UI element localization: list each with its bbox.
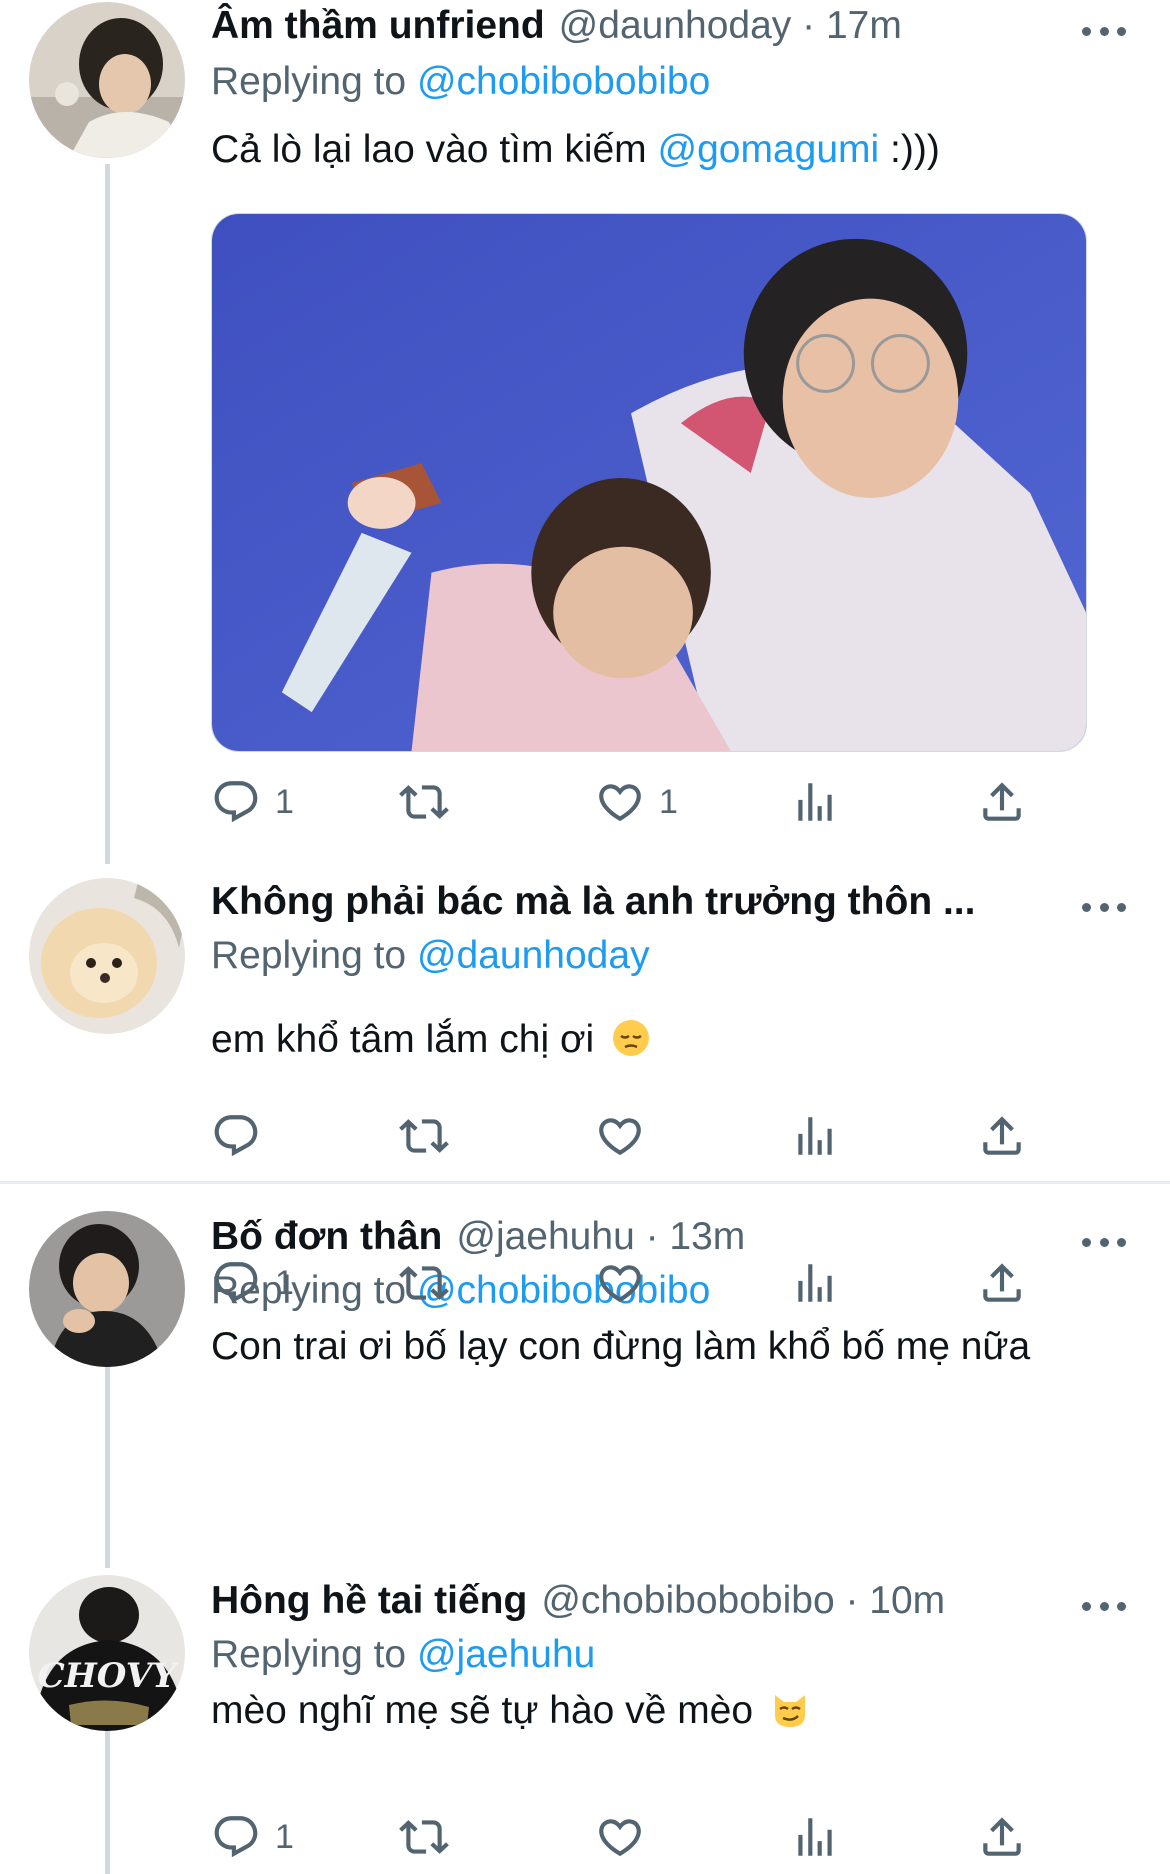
views-button[interactable] xyxy=(790,774,840,830)
analytics-icon xyxy=(790,1111,840,1161)
avatar-shirt-text: CHOVY xyxy=(38,1656,180,1696)
tweet-text-part: :))) xyxy=(879,128,940,171)
reply-icon xyxy=(211,1812,261,1862)
reply-button[interactable]: 1 xyxy=(211,1255,294,1311)
retweet-icon xyxy=(399,1258,449,1308)
divider xyxy=(0,1181,1170,1184)
mention-link[interactable]: @gomagumi xyxy=(658,128,880,171)
handle-time[interactable]: @chobibobobibo · 10m xyxy=(541,1575,945,1627)
heart-icon xyxy=(595,1258,645,1308)
analytics-icon xyxy=(790,1258,840,1308)
like-button[interactable]: 1 xyxy=(595,774,678,830)
reply-button[interactable]: 1 xyxy=(211,1809,294,1865)
tweet-actions: 1 1 xyxy=(211,774,1091,830)
heart-icon xyxy=(595,777,645,827)
tweet-text-body: Con trai ơi bố lạy con đừng làm khổ bố m… xyxy=(211,1325,1031,1368)
tweet-text-body: em khổ tâm lắm chị ơi xyxy=(211,1018,595,1061)
analytics-icon xyxy=(790,1812,840,1862)
avatar[interactable] xyxy=(29,2,185,158)
heart-icon xyxy=(595,1812,645,1862)
tweet-header: Hông hề tai tiếng @chobibobobibo · 10m xyxy=(211,1575,1020,1627)
like-count: 1 xyxy=(659,782,678,821)
replying-handle-link[interactable]: @daunhoday xyxy=(417,934,650,977)
thread-line xyxy=(105,164,110,864)
replying-prefix: Replying to xyxy=(211,60,417,103)
reply-icon xyxy=(211,1111,261,1161)
avatar[interactable] xyxy=(29,878,185,1034)
replying-handle-link[interactable]: @chobibobobibo xyxy=(417,60,710,103)
thread-line xyxy=(105,1348,110,1568)
reply-button[interactable] xyxy=(211,1108,261,1164)
retweet-icon xyxy=(399,1812,449,1862)
avatar[interactable] xyxy=(29,1211,185,1367)
smirking-cat-face-icon xyxy=(774,1695,805,1727)
display-name[interactable]: Không phải bác mà là anh trưởng thôn ... xyxy=(211,876,975,928)
share-icon xyxy=(977,1258,1027,1308)
display-name[interactable]: Hông hề tai tiếng xyxy=(211,1575,527,1627)
share-button[interactable] xyxy=(977,1108,1027,1164)
tweet-header: Không phải bác mà là anh trưởng thôn ... xyxy=(211,876,1020,928)
reply-count: 1 xyxy=(275,782,294,821)
replying-prefix: Replying to xyxy=(211,1633,417,1676)
share-icon xyxy=(977,1111,1027,1161)
retweet-button[interactable] xyxy=(399,1809,449,1865)
replying-to: Replying to @jaehuhu xyxy=(211,1629,595,1681)
reply-button[interactable]: 1 xyxy=(211,774,294,830)
tweet-text-part: Cả lò lại lao vào tìm kiếm xyxy=(211,128,658,171)
reply-icon xyxy=(211,777,261,827)
tweet-text-body: mèo nghĩ mẹ sẽ tự hào về mèo xyxy=(211,1689,754,1732)
tweet-text: Cả lò lại lao vào tìm kiếm @gomagumi :))… xyxy=(211,124,1071,176)
tweet-text: mèo nghĩ mẹ sẽ tự hào về mèo xyxy=(211,1685,1071,1737)
retweet-icon xyxy=(399,777,449,827)
retweet-button[interactable] xyxy=(399,1255,449,1311)
like-button[interactable] xyxy=(595,1809,645,1865)
heart-icon xyxy=(595,1111,645,1161)
pensive-face-icon xyxy=(613,1020,650,1056)
like-button[interactable] xyxy=(595,1255,645,1311)
tweet-actions: 1 xyxy=(211,1255,1091,1311)
handle-time[interactable]: @daunhoday · 17m xyxy=(559,0,902,52)
more-icon[interactable] xyxy=(1082,1232,1126,1252)
replying-handle-link[interactable]: @jaehuhu xyxy=(417,1633,595,1676)
share-icon xyxy=(977,1812,1027,1862)
more-icon[interactable] xyxy=(1082,1596,1126,1616)
replying-to: Replying to @daunhoday xyxy=(211,930,650,982)
share-button[interactable] xyxy=(977,1809,1027,1865)
avatar[interactable]: CHOVY xyxy=(29,1575,185,1731)
views-button[interactable] xyxy=(790,1108,840,1164)
tweet-text: em khổ tâm lắm chị ơi xyxy=(211,1014,1071,1066)
tweet-header: Âm thầm unfriend @daunhoday · 17m xyxy=(211,0,1020,52)
tweet-text: Con trai ơi bố lạy con đừng làm khổ bố m… xyxy=(211,1321,1071,1373)
reply-count: 1 xyxy=(275,1817,294,1856)
retweet-button[interactable] xyxy=(399,774,449,830)
thread-line xyxy=(105,1726,110,1874)
views-button[interactable] xyxy=(790,1255,840,1311)
analytics-icon xyxy=(790,777,840,827)
share-button[interactable] xyxy=(977,1255,1027,1311)
reply-count: 1 xyxy=(275,1263,294,1302)
more-icon[interactable] xyxy=(1082,897,1126,917)
share-button[interactable] xyxy=(977,774,1027,830)
like-button[interactable] xyxy=(595,1108,645,1164)
reply-icon xyxy=(211,1258,261,1308)
share-icon xyxy=(977,777,1027,827)
replying-prefix: Replying to xyxy=(211,934,417,977)
replying-to: Replying to @chobibobobibo xyxy=(211,56,710,108)
more-icon[interactable] xyxy=(1082,21,1126,41)
retweet-button[interactable] xyxy=(399,1108,449,1164)
tweet-actions xyxy=(211,1108,1091,1164)
retweet-icon xyxy=(399,1111,449,1161)
views-button[interactable] xyxy=(790,1809,840,1865)
display-name[interactable]: Âm thầm unfriend xyxy=(211,0,545,52)
tweet-media-image[interactable] xyxy=(211,213,1087,752)
tweet-actions: 1 xyxy=(211,1809,1091,1865)
